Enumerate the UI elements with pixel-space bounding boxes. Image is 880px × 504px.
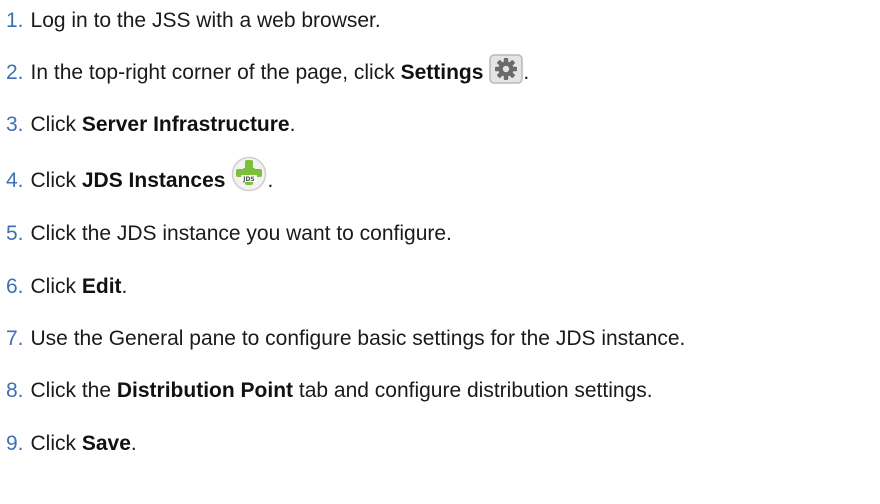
step-3: 3. Click Server Infrastructure. — [6, 112, 295, 138]
step-number: 6. — [6, 275, 24, 298]
step-text-segment: Click the JDS instance you want to confi… — [30, 222, 452, 245]
step-text-segment: Use the General pane to configure basic … — [30, 327, 686, 350]
step-7: 7. Use the General pane to configure bas… — [6, 326, 685, 352]
step-text-end: . — [267, 169, 274, 192]
ui-term-edit: Edit — [81, 275, 122, 298]
step-number: 8. — [6, 379, 24, 402]
gear-icon — [489, 54, 524, 84]
step-text-segment: Click — [30, 275, 82, 298]
step-text-segment: tab and configure distribution settings. — [293, 379, 653, 402]
ui-term-jds-instances: JDS Instances — [81, 169, 226, 192]
step-6: 6. Click Edit. — [6, 274, 127, 300]
step-text-segment: In the top-right corner of the page, cli… — [30, 61, 401, 84]
step-number: 7. — [6, 327, 24, 350]
step-9: 9. Click Save. — [6, 431, 137, 457]
step-text-segment: . — [289, 113, 296, 136]
step-text: Click Server Infrastructure. — [31, 112, 296, 138]
step-text: Click Save. — [31, 431, 137, 457]
step-number: 3. — [6, 113, 24, 136]
step-text-segment: . — [130, 432, 137, 455]
step-number: 9. — [6, 432, 24, 455]
step-1: 1. Log in to the JSS with a web browser. — [6, 8, 381, 34]
ui-term-save: Save — [81, 432, 131, 455]
step-2: 2. In the top-right corner of the page, … — [6, 54, 530, 86]
step-text: Click JDS Instances — [31, 168, 226, 194]
step-text-segment: Click — [30, 113, 82, 136]
step-8: 8. Click the Distribution Point tab and … — [6, 378, 653, 404]
step-text-end: . — [523, 61, 530, 84]
step-number: 4. — [6, 169, 24, 192]
step-number: 2. — [6, 61, 24, 84]
jds-icon-label: JDS — [243, 176, 256, 183]
step-text: Log in to the JSS with a web browser. — [31, 8, 381, 34]
ui-term-settings: Settings — [400, 61, 484, 84]
jds-instances-icon: JDS — [231, 156, 267, 192]
step-4: 4. Click JDS Instances JDS . — [6, 156, 274, 194]
step-text-segment: Click the — [30, 379, 117, 402]
step-5: 5. Click the JDS instance you want to co… — [6, 221, 452, 247]
step-text: Click the Distribution Point tab and con… — [31, 378, 653, 404]
step-text-segment: . — [121, 275, 128, 298]
step-number: 5. — [6, 222, 24, 245]
step-text: Click Edit. — [31, 274, 128, 300]
step-text: Use the General pane to configure basic … — [31, 326, 686, 352]
ui-term-distribution-point: Distribution Point — [116, 379, 294, 402]
step-text-segment: Click — [30, 169, 82, 192]
step-text-segment: Click — [30, 432, 82, 455]
step-text: In the top-right corner of the page, cli… — [31, 60, 484, 86]
ui-term-server-infrastructure: Server Infrastructure — [81, 113, 290, 136]
step-text: Click the JDS instance you want to confi… — [31, 221, 452, 247]
step-text-segment: Log in to the JSS with a web browser. — [30, 9, 381, 32]
step-number: 1. — [6, 9, 24, 32]
